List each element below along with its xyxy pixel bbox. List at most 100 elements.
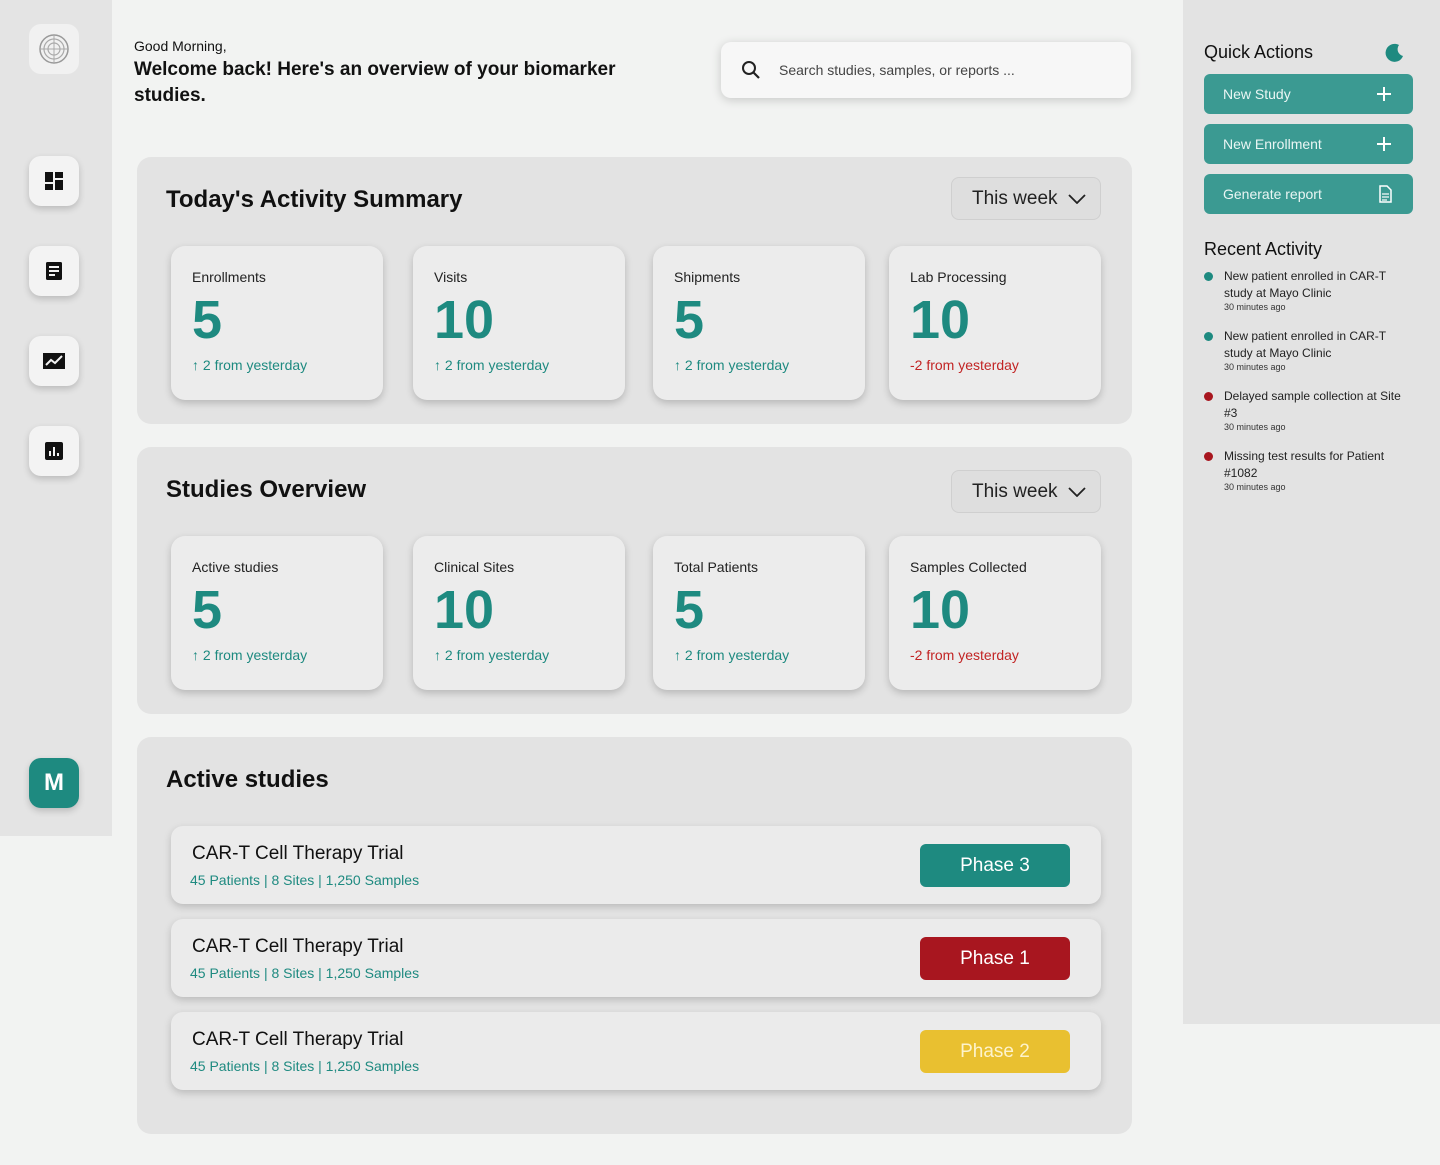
stat-delta: ↑ 2 from yesterday [674,647,790,663]
study-row[interactable]: CAR-T Cell Therapy Trial 45 Patients | 8… [171,1012,1101,1090]
right-panel: Quick Actions New Study New Enrollment G… [1183,0,1440,1024]
recent-activity-title: Recent Activity [1204,239,1323,259]
study-name: CAR-T Cell Therapy Trial [192,1029,404,1050]
study-row[interactable]: CAR-T Cell Therapy Trial 45 Patients | 8… [171,826,1101,904]
active-studies-panel: Active studies CAR-T Cell Therapy Trial … [137,737,1132,1134]
document-icon [46,262,62,280]
quick-actions-title: Quick Actions [1204,42,1314,62]
generate-report-button[interactable]: Generate report [1204,174,1413,214]
new-study-button[interactable]: New Study [1204,74,1413,114]
range-dropdown[interactable]: This week [951,177,1101,220]
moon-icon[interactable] [1385,43,1405,63]
stat-delta: -2 from yesterday [910,357,1019,373]
status-dot [1204,392,1213,401]
stat-label: Enrollments [192,269,266,285]
sidebar-item-reports[interactable] [29,426,79,476]
stat-value: 5 [674,580,705,640]
search-input[interactable] [779,62,1109,78]
stat-label: Lab Processing [910,269,1007,285]
activity-text: New patient enrolled in CAR-T study at M… [1224,329,1386,360]
study-name: CAR-T Cell Therapy Trial [192,843,404,864]
activity-time: 30 minutes ago [1224,362,1286,372]
activity-item[interactable]: New patient enrolled in CAR-T study at M… [1204,268,1424,312]
stat-card-clinical-sites[interactable]: Clinical Sites 10 ↑ 2 from yesterday [413,536,625,690]
sidebar-item-analytics[interactable] [29,336,79,386]
welcome-heading: Welcome back! Here's an overview of your… [134,59,616,106]
panel-title: Active studies [166,766,329,793]
button-label: New Enrollment [1223,136,1322,152]
stat-delta: ↑ 2 from yesterday [192,647,308,663]
activity-item[interactable]: New patient enrolled in CAR-T study at M… [1204,328,1424,372]
study-row[interactable]: CAR-T Cell Therapy Trial 45 Patients | 8… [171,919,1101,997]
activity-item[interactable]: Delayed sample collection at Site #3 30 … [1204,388,1424,432]
status-dot [1204,272,1213,281]
activity-time: 30 minutes ago [1224,422,1286,432]
stat-label: Samples Collected [910,559,1027,575]
chevron-down-icon [1067,486,1086,497]
stat-label: Clinical Sites [434,559,515,575]
stat-value: 5 [674,290,705,350]
stat-value: 10 [910,580,971,640]
search-bar [721,42,1131,98]
study-meta: 45 Patients | 8 Sites | 1,250 Samples [190,965,420,981]
range-dropdown[interactable]: This week [951,470,1101,513]
stat-card-lab-processing[interactable]: Lab Processing 10 -2 from yesterday [889,246,1101,400]
bar-chart-icon [45,442,63,460]
stat-delta: ↑ 2 from yesterday [434,647,550,663]
stat-delta: -2 from yesterday [910,647,1019,663]
activity-item[interactable]: Missing test results for Patient #1082 3… [1204,448,1424,492]
stat-card-shipments[interactable]: Shipments 5 ↑ 2 from yesterday [653,246,865,400]
study-name: CAR-T Cell Therapy Trial [192,936,404,957]
user-avatar[interactable]: M [29,758,79,808]
sidebar-item-dashboard[interactable] [29,156,79,206]
stat-label: Total Patients [674,559,759,575]
stat-delta: ↑ 2 from yesterday [192,357,308,373]
activity-text: Delayed sample collection at Site #3 [1224,389,1401,420]
activity-text: New patient enrolled in CAR-T study at M… [1224,269,1386,300]
stat-card-enrollments[interactable]: Enrollments 5 ↑ 2 from yesterday [171,246,383,400]
activity-summary-panel: Today's Activity Summary This week Enrol… [137,157,1132,424]
stat-label: Shipments [674,269,741,285]
activity-time: 30 minutes ago [1224,302,1286,312]
stat-value: 5 [192,290,223,350]
dashboard-icon [45,172,63,190]
stat-card-total-patients[interactable]: Total Patients 5 ↑ 2 from yesterday [653,536,865,690]
stat-delta: ↑ 2 from yesterday [674,357,790,373]
stat-card-active-studies[interactable]: Active studies 5 ↑ 2 from yesterday [171,536,383,690]
study-meta: 45 Patients | 8 Sites | 1,250 Samples [190,872,420,888]
button-label: Generate report [1223,186,1322,202]
plus-icon [1377,137,1391,151]
stat-card-visits[interactable]: Visits 10 ↑ 2 from yesterday [413,246,625,400]
range-value: This week [972,480,1058,502]
stat-value: 10 [434,290,495,350]
search-icon[interactable] [741,60,761,80]
panel-title: Today's Activity Summary [166,186,463,213]
range-value: This week [972,187,1058,209]
sidebar-item-documents[interactable] [29,246,79,296]
stat-delta: ↑ 2 from yesterday [434,357,550,373]
trend-chart-icon [43,353,65,369]
report-file-icon [1379,185,1392,203]
chevron-down-icon [1067,193,1086,204]
stat-label: Visits [434,269,468,285]
stat-value: 10 [910,290,971,350]
phase-badge[interactable]: Phase 3 [920,844,1070,887]
plus-icon [1377,87,1391,101]
phase-badge[interactable]: Phase 1 [920,937,1070,980]
greeting-text: Good Morning, [134,38,227,54]
phase-badge[interactable]: Phase 2 [920,1030,1070,1073]
new-enrollment-button[interactable]: New Enrollment [1204,124,1413,164]
sidebar: M [0,0,112,836]
logo-icon [39,34,69,64]
activity-time: 30 minutes ago [1224,482,1286,492]
status-dot [1204,452,1213,461]
studies-overview-panel: Studies Overview This week Active studie… [137,447,1132,714]
button-label: New Study [1223,86,1291,102]
panel-title: Studies Overview [166,476,367,503]
app-logo[interactable] [29,24,79,74]
stat-value: 10 [434,580,495,640]
stat-card-samples-collected[interactable]: Samples Collected 10 -2 from yesterday [889,536,1101,690]
study-meta: 45 Patients | 8 Sites | 1,250 Samples [190,1058,420,1074]
stat-value: 5 [192,580,223,640]
status-dot [1204,332,1213,341]
